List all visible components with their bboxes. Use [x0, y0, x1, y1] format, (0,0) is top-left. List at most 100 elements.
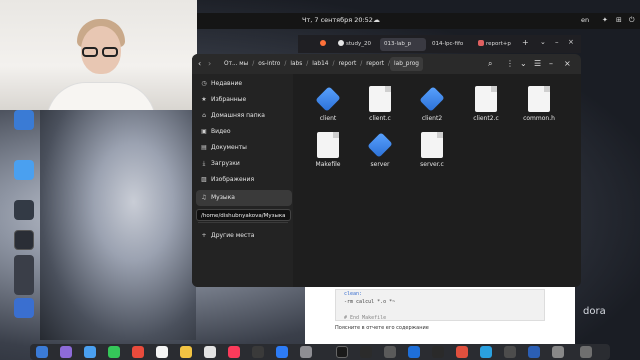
- file-item[interactable]: Makefile: [306, 132, 350, 176]
- clock[interactable]: Чт, 7 сентября 20:52: [302, 16, 373, 24]
- power-icon[interactable]: ⏻: [629, 16, 635, 25]
- file-name: client2.c: [473, 115, 499, 122]
- close-icon[interactable]: ×: [564, 58, 571, 70]
- file-name: Makefile: [315, 161, 341, 168]
- network-icon[interactable]: ⊞: [616, 16, 622, 24]
- sidebar-item-label: Домашняя папка: [211, 112, 265, 119]
- trash-icon[interactable]: [580, 346, 592, 358]
- sidebar-item-documents[interactable]: ▤ Документы: [196, 140, 292, 156]
- breadcrumb-item[interactable]: os-intro: [254, 57, 284, 71]
- sidebar-item-label: Документы: [211, 144, 247, 151]
- sidebar-item-label: Избранные: [211, 96, 247, 103]
- sidebar-item-downloads[interactable]: ⤓ Загрузки: [196, 156, 292, 172]
- sidebar-item-starred[interactable]: ★ Избранные: [196, 92, 292, 108]
- settings-icon[interactable]: [300, 346, 312, 358]
- file-item[interactable]: server.c: [410, 132, 454, 176]
- menu-icon[interactable]: ☰: [534, 58, 541, 70]
- archive-icon[interactable]: [384, 346, 396, 358]
- home-icon: ⌂: [202, 112, 206, 119]
- dock-app-icon[interactable]: [14, 110, 34, 130]
- terminal-icon[interactable]: [336, 346, 348, 358]
- top-bar: Чт, 7 сентября 20:52 ☁ en ✦ ⊞ ⏻: [197, 13, 640, 29]
- document-icon: ▤: [201, 144, 207, 151]
- sidebar-item-videos[interactable]: ▣ Видео: [196, 124, 292, 140]
- sidebar-item-other-locations[interactable]: + Другие места: [196, 228, 292, 244]
- app-icon[interactable]: [432, 346, 444, 358]
- plus-icon: +: [201, 232, 207, 239]
- window-thumbnail-icon[interactable]: [14, 255, 34, 295]
- chevron-down-icon[interactable]: ⌄: [540, 38, 546, 46]
- forward-icon[interactable]: ›: [208, 58, 211, 70]
- music-icon[interactable]: [228, 346, 240, 358]
- search-icon[interactable]: ⌕: [488, 58, 492, 70]
- clion-icon[interactable]: [360, 346, 372, 358]
- photos-icon[interactable]: [132, 346, 144, 358]
- file-item[interactable]: server: [358, 132, 402, 176]
- reminders-icon[interactable]: [204, 346, 216, 358]
- tab-lab-014[interactable]: 014-lpc-fifo: [428, 38, 472, 51]
- accessibility-icon[interactable]: ✦: [602, 16, 608, 24]
- vscode-icon[interactable]: [408, 346, 420, 358]
- sidebar-item-label: Музыка: [211, 194, 235, 201]
- tab-firefox[interactable]: [316, 38, 330, 51]
- breadcrumb-item[interactable]: report: [362, 57, 388, 71]
- chevron-down-icon[interactable]: ⌄: [520, 58, 527, 70]
- notes-icon[interactable]: [180, 346, 192, 358]
- language-indicator[interactable]: en: [581, 16, 589, 24]
- clock-icon: ◷: [201, 80, 207, 87]
- new-tab-button[interactable]: +: [522, 38, 529, 47]
- cloud-icon[interactable]: ☁: [373, 16, 380, 24]
- tab-study[interactable]: study_20: [334, 38, 378, 51]
- tab-lab-013[interactable]: 013-lab_p: [380, 38, 426, 51]
- finder-icon[interactable]: [14, 160, 34, 180]
- code-block: clean: -rm calcul *.o *~ # End Makefile: [335, 289, 545, 321]
- app-icon[interactable]: [504, 346, 516, 358]
- minimize-icon[interactable]: –: [549, 58, 553, 70]
- tab-label: 013-lab_p: [384, 41, 412, 47]
- telegram-icon[interactable]: [480, 346, 492, 358]
- app-icon[interactable]: [552, 346, 564, 358]
- back-icon[interactable]: ‹: [198, 58, 201, 70]
- sidebar-item-home[interactable]: ⌂ Домашняя папка: [196, 108, 292, 124]
- view-toggle-icon[interactable]: ⋮: [506, 58, 514, 70]
- file-name: server: [370, 161, 390, 168]
- sidebar-item-label: Недавние: [211, 80, 243, 87]
- sidebar-item-music[interactable]: ♫ Музыка: [196, 190, 292, 206]
- clock-app-icon[interactable]: [14, 230, 34, 250]
- breadcrumb-item[interactable]: report: [335, 57, 361, 71]
- file-item[interactable]: client: [306, 86, 350, 130]
- finder-icon[interactable]: [36, 346, 48, 358]
- file-name: client2: [421, 115, 443, 122]
- sidebar-item-recent[interactable]: ◷ Недавние: [196, 76, 292, 92]
- app-store-icon[interactable]: [14, 298, 34, 318]
- tab-report[interactable]: report+p: [474, 38, 518, 51]
- firefox-icon: [320, 40, 326, 46]
- desktop: Чт, 7 сентября 20:52 ☁ en ✦ ⊞ ⏻ clean: -…: [0, 0, 640, 360]
- sidebar-item-pictures[interactable]: ▨ Изображения: [196, 172, 292, 188]
- tab-label: report+p: [486, 41, 511, 47]
- calendar-icon[interactable]: [156, 346, 168, 358]
- file-item[interactable]: client2: [410, 86, 454, 130]
- messages-icon[interactable]: [108, 346, 120, 358]
- sidebar-item-label: Изображения: [211, 176, 255, 183]
- breadcrumb-current[interactable]: lab_prog: [390, 57, 423, 71]
- file-item[interactable]: common.h: [517, 86, 561, 130]
- breadcrumb-item[interactable]: От... мы: [220, 57, 252, 71]
- chrome-icon[interactable]: [456, 346, 468, 358]
- close-icon[interactable]: ×: [568, 38, 574, 46]
- app-store-icon[interactable]: [276, 346, 288, 358]
- word-icon[interactable]: [528, 346, 540, 358]
- safari-icon[interactable]: [84, 346, 96, 358]
- minimize-icon[interactable]: –: [555, 38, 559, 46]
- file-item[interactable]: client2.c: [464, 86, 508, 130]
- breadcrumb-item[interactable]: labs: [286, 57, 306, 71]
- star-icon: ★: [201, 96, 207, 103]
- file-item[interactable]: client.c: [358, 86, 402, 130]
- tv-icon[interactable]: [252, 346, 264, 358]
- breadcrumb-item[interactable]: lab14: [308, 57, 332, 71]
- sidebar-item-label: Другие места: [211, 232, 255, 239]
- tab-label: study_20: [346, 41, 372, 47]
- launchpad-icon[interactable]: [60, 346, 72, 358]
- window-thumbnail-icon[interactable]: [14, 200, 34, 220]
